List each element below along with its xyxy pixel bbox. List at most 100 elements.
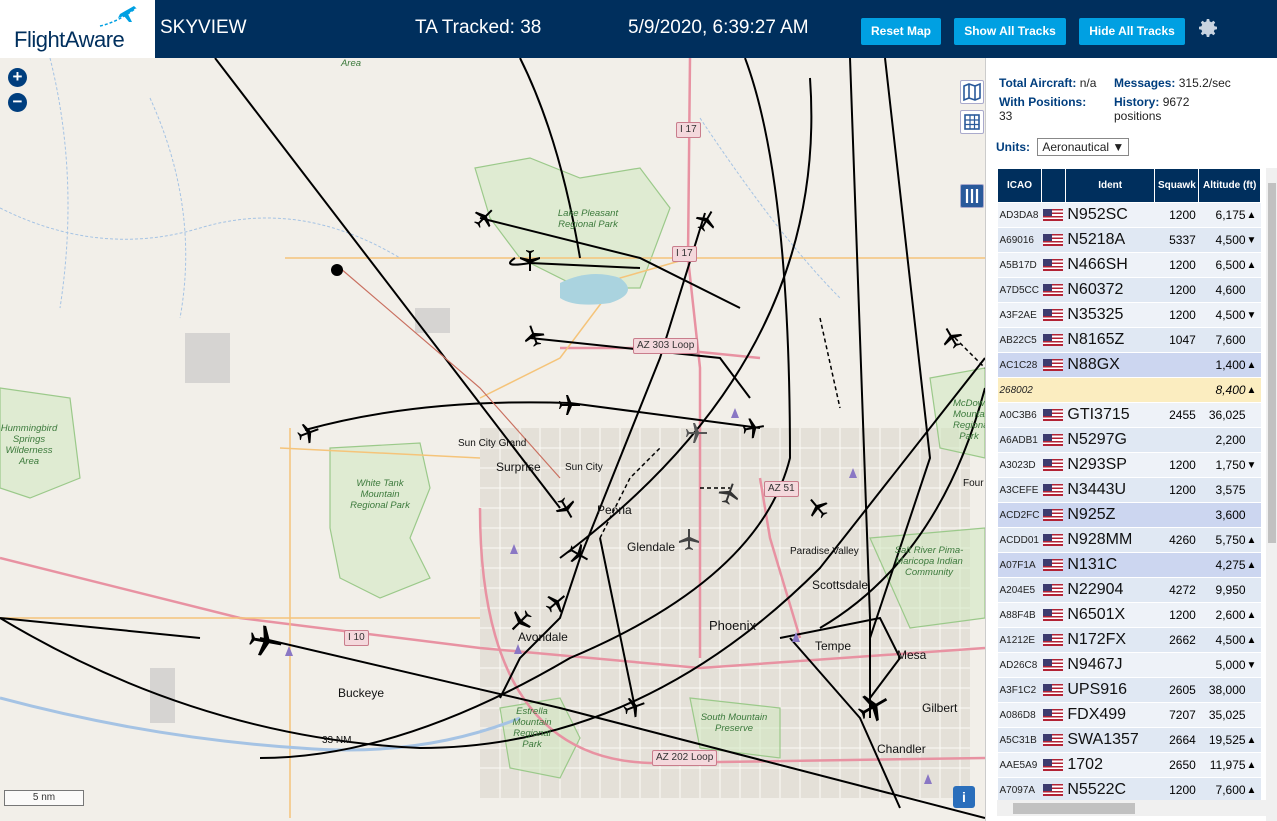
table-row[interactable]: A1212E N172FX 2662 4,500 ▲ xyxy=(997,627,1261,653)
messages-stat: Messages: 315.2/sec xyxy=(1114,76,1231,90)
aircraft-icon[interactable] xyxy=(677,528,701,552)
altitude-trend-icon xyxy=(1246,702,1261,728)
table-row[interactable]: 268002 8,400 ▲ xyxy=(997,377,1261,403)
table-row[interactable]: A086D8 FDX499 7207 35,025 xyxy=(997,702,1261,728)
aircraft-icon[interactable] xyxy=(684,421,708,445)
table-row[interactable]: A3F2AE N35325 1200 4,500 ▼ xyxy=(997,302,1261,328)
reset-map-button[interactable]: Reset Map xyxy=(861,18,941,45)
table-row[interactable]: AD26C8 N9467J 5,000 ▼ xyxy=(997,652,1261,678)
flag-cell xyxy=(1041,202,1066,228)
aircraft-icon[interactable] xyxy=(622,695,646,719)
table-row[interactable]: A5B17D N466SH 1200 6,500 ▲ xyxy=(997,252,1261,278)
altitude-trend-icon: ▲ xyxy=(1246,552,1261,578)
table-row[interactable]: A0C3B6 GTI3715 2455 36,025 xyxy=(997,402,1261,428)
flag-cell xyxy=(1041,327,1066,353)
us-flag-icon xyxy=(1043,509,1064,522)
hide-all-tracks-button[interactable]: Hide All Tracks xyxy=(1079,18,1185,45)
column-header-flag[interactable] xyxy=(1040,168,1066,203)
squawk-cell: 2605 xyxy=(1154,677,1199,703)
table-row[interactable]: A07F1A N131C 4,275 ▲ xyxy=(997,552,1261,578)
table-row[interactable]: AC1C28 N88GX 1,400 ▲ xyxy=(997,352,1261,378)
aircraft-icon[interactable] xyxy=(566,542,590,566)
grid-toggle-button[interactable] xyxy=(960,110,984,134)
altitude-cell: 7,600 xyxy=(1198,777,1247,803)
aircraft-icon[interactable] xyxy=(522,324,546,348)
altitude-trend-icon xyxy=(1246,427,1261,453)
aircraft-icon[interactable] xyxy=(472,206,496,230)
altitude-trend-icon: ▲ xyxy=(1246,727,1261,753)
column-header-ident[interactable]: Ident xyxy=(1064,168,1156,203)
logo-text: FlightAware xyxy=(14,27,125,52)
aircraft-icon[interactable] xyxy=(741,416,765,440)
aircraft-icon[interactable] xyxy=(518,248,542,272)
table-row[interactable]: A69016 N5218A 5337 4,500 ▼ xyxy=(997,227,1261,253)
altitude-cell: 4,600 xyxy=(1198,277,1247,303)
zoom-out-button[interactable]: − xyxy=(8,93,27,112)
altitude-trend-icon: ▲ xyxy=(1246,527,1261,553)
squawk-cell: 1200 xyxy=(1154,202,1199,228)
aircraft-icon[interactable] xyxy=(806,496,830,520)
table-row[interactable]: A204E5 N22904 4272 9,950 xyxy=(997,577,1261,603)
squawk-cell: 2662 xyxy=(1154,627,1199,653)
ident-cell: N9467J xyxy=(1065,652,1155,678)
table-row[interactable]: AB22C5 N8165Z 1047 7,600 xyxy=(997,327,1261,353)
table-row[interactable]: AD3DA8 N952SC 1200 6,175 ▲ xyxy=(997,202,1261,228)
column-header-squawk[interactable]: Squawk xyxy=(1154,168,1200,203)
us-flag-icon xyxy=(1043,309,1064,322)
aircraft-icon[interactable] xyxy=(554,496,578,520)
aircraft-icon[interactable] xyxy=(296,421,320,445)
waterways xyxy=(0,58,841,319)
aircraft-icon[interactable] xyxy=(557,393,581,417)
column-toggle-button[interactable] xyxy=(960,184,984,208)
info-button[interactable]: i xyxy=(953,786,975,808)
map-view[interactable]: Surprise Sun City Sun City Grand Peoria … xyxy=(0,58,985,821)
map-layers-button[interactable] xyxy=(960,80,984,104)
column-header-icao[interactable]: ICAO xyxy=(997,168,1042,203)
gear-icon[interactable] xyxy=(1196,16,1220,40)
altitude-cell: 3,600 xyxy=(1198,502,1247,528)
altitude-cell: 4,275 xyxy=(1198,552,1247,578)
table-row[interactable]: A7097A N5522C 1200 7,600 ▲ xyxy=(997,777,1261,803)
altitude-cell: 4,500 xyxy=(1198,302,1247,328)
table-row[interactable]: A3CEFE N3443U 1200 3,575 xyxy=(997,477,1261,503)
table-row[interactable]: A3023D N293SP 1200 1,750 ▼ xyxy=(997,452,1261,478)
with-positions-stat: With Positions: 33 xyxy=(999,95,1107,123)
table-row[interactable]: ACDD01 N928MM 4260 5,750 ▲ xyxy=(997,527,1261,553)
horizontal-scroll-thumb[interactable] xyxy=(1013,803,1135,814)
table-header-row: ICAO Ident Squawk Altitude (ft) xyxy=(997,168,1261,203)
flag-cell xyxy=(1041,527,1066,553)
us-flag-icon xyxy=(1043,659,1064,672)
road-shield: AZ 303 Loop xyxy=(633,338,699,354)
table-row[interactable]: A6ADB1 N5297G 2,200 xyxy=(997,427,1261,453)
table-row[interactable]: A5C31B SWA1357 2664 19,525 ▲ xyxy=(997,727,1261,753)
place-label: Four xyxy=(963,478,984,489)
zoom-in-button[interactable]: + xyxy=(8,68,27,87)
aircraft-icon[interactable] xyxy=(717,482,741,506)
aircraft-icon[interactable] xyxy=(856,690,890,724)
altitude-trend-icon: ▲ xyxy=(1246,752,1261,778)
squawk-cell: 2455 xyxy=(1154,402,1199,428)
place-label: Chandler xyxy=(877,742,926,756)
aircraft-icon[interactable] xyxy=(940,326,964,350)
aircraft-icon[interactable] xyxy=(694,209,718,233)
table-row[interactable]: A3F1C2 UPS916 2605 38,000 xyxy=(997,677,1261,703)
place-label: Avondale xyxy=(518,630,568,644)
aircraft-icon[interactable] xyxy=(544,591,568,615)
table-row[interactable]: AAE5A9 1702 2650 11,975 ▲ xyxy=(997,752,1261,778)
flag-cell xyxy=(1041,702,1066,728)
aircraft-icon[interactable] xyxy=(247,623,283,659)
units-select[interactable]: Aeronautical ▼ xyxy=(1037,138,1130,156)
table-row[interactable]: A7D5CC N60372 1200 4,600 xyxy=(997,277,1261,303)
squawk-cell: 5337 xyxy=(1154,227,1199,253)
flightaware-logo[interactable]: FlightAware xyxy=(0,0,155,58)
altitude-trend-icon: ▼ xyxy=(1246,452,1261,478)
vertical-scroll-thumb[interactable] xyxy=(1268,183,1276,543)
table-row[interactable]: A88F4B N6501X 1200 2,600 ▲ xyxy=(997,602,1261,628)
park-label: Lake Pleasant Regional Park xyxy=(557,208,619,230)
table-row[interactable]: ACD2FC N925Z 3,600 xyxy=(997,502,1261,528)
icao-cell: A69016 xyxy=(997,227,1042,253)
altitude-cell: 4,500 xyxy=(1198,227,1247,253)
squawk-cell xyxy=(1154,352,1199,378)
column-header-altitude[interactable]: Altitude (ft) xyxy=(1198,168,1261,203)
show-all-tracks-button[interactable]: Show All Tracks xyxy=(954,18,1066,45)
